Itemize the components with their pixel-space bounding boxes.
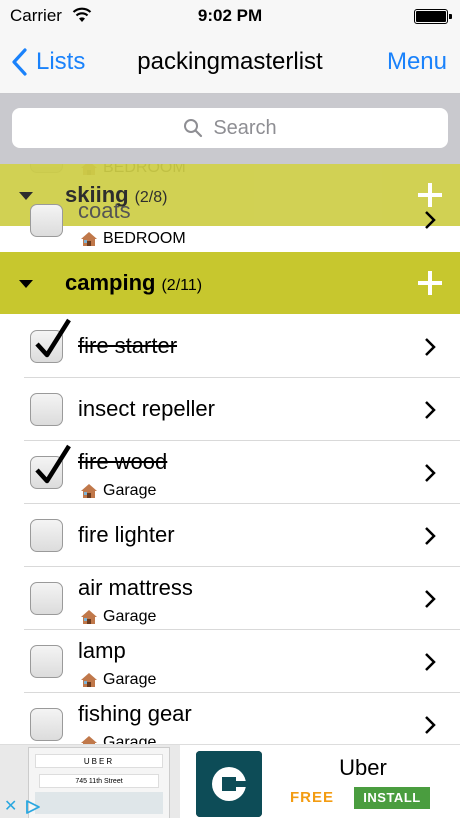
chevron-right-icon	[425, 590, 436, 608]
list-item[interactable]: fishing gear Garage	[0, 693, 460, 744]
checkbox[interactable]	[30, 645, 63, 678]
menu-button[interactable]: Menu	[387, 48, 447, 76]
packing-list[interactable]: BEDROOM skiing(2/8) coats BEDROOM campin…	[0, 164, 460, 744]
checkmark-icon	[35, 444, 71, 484]
install-button[interactable]: INSTALL	[354, 787, 430, 809]
checkbox[interactable]	[30, 393, 63, 426]
search-input[interactable]: Search	[12, 108, 448, 148]
location-tag: BEDROOM	[80, 230, 186, 248]
section-title: camping (2/11)	[65, 270, 203, 295]
list-item[interactable]: fire lighter	[0, 504, 460, 567]
item-name: fire starter	[78, 333, 178, 358]
checkbox-checked[interactable]	[30, 318, 71, 363]
ad-phone-screenshot: UBER 745 11th Street	[28, 747, 170, 818]
item-name: fire wood	[78, 449, 168, 474]
ad-app-name: Uber	[339, 755, 387, 780]
item-name: lamp	[78, 638, 126, 663]
chevron-right-icon	[425, 401, 436, 419]
search-bar: Search	[0, 94, 460, 164]
list-item[interactable]: lamp Garage	[0, 630, 460, 693]
chevron-left-icon	[12, 48, 27, 76]
item-name: fishing gear	[78, 701, 192, 726]
checkbox[interactable]	[30, 519, 63, 552]
ad-preview-map	[35, 792, 163, 814]
list-item[interactable]: fire wood Garage	[0, 441, 460, 504]
chevron-right-icon	[425, 338, 436, 356]
house-icon	[81, 610, 97, 624]
back-button-label: Lists	[36, 48, 86, 75]
list-item[interactable]: air mattress Garage	[0, 567, 460, 630]
search-placeholder: Search	[213, 116, 277, 139]
checkbox-checked[interactable]	[30, 444, 71, 489]
chevron-right-icon	[425, 211, 436, 229]
chevron-right-icon	[425, 716, 436, 734]
item-name: air mattress	[78, 575, 193, 600]
house-icon	[81, 673, 97, 687]
list-item[interactable]: fire starter	[0, 315, 460, 378]
ad-banner[interactable]: UBER 745 11th Street ✕ Uber FREE INSTALL	[0, 744, 460, 818]
chevron-right-icon	[425, 527, 436, 545]
ad-close-icon[interactable]: ✕	[4, 799, 20, 815]
ad-price: FREE	[290, 789, 335, 806]
house-icon	[81, 232, 97, 246]
section-header-camping[interactable]: camping (2/11)	[0, 252, 460, 314]
checkbox[interactable]	[30, 582, 63, 615]
ad-preview-brand: UBER	[35, 754, 163, 768]
house-icon	[81, 736, 97, 744]
chevron-right-icon	[425, 464, 436, 482]
location-tag: Garage	[80, 671, 156, 689]
item-name: insect repeller	[78, 396, 215, 421]
checkbox[interactable]	[30, 708, 63, 741]
adchoices-icon[interactable]	[24, 799, 42, 815]
add-item-icon[interactable]	[418, 271, 442, 295]
house-icon	[81, 484, 97, 498]
collapse-triangle-icon[interactable]	[19, 280, 33, 288]
item-name: coats	[78, 198, 131, 223]
item-name: fire lighter	[78, 522, 175, 547]
uber-logo-icon[interactable]	[196, 751, 262, 817]
navigation-bar: Lists packingmasterlist Menu	[0, 34, 460, 94]
battery-icon	[414, 9, 452, 24]
clock: 9:02 PM	[197, 6, 263, 25]
status-bar: Carrier 9:02 PM	[0, 0, 460, 34]
search-icon	[184, 119, 203, 138]
checkmark-icon	[35, 318, 71, 358]
list-item[interactable]: coats BEDROOM	[0, 188, 460, 250]
checkbox[interactable]	[30, 204, 63, 237]
back-button[interactable]: Lists	[10, 46, 85, 78]
location-tag: Garage	[80, 734, 156, 744]
list-item[interactable]: insect repeller	[0, 378, 460, 441]
location-tag: Garage	[80, 608, 156, 626]
chevron-right-icon	[425, 653, 436, 671]
location-tag: Garage	[80, 482, 156, 500]
section-count: (2/11)	[161, 277, 203, 294]
ad-preview-address: 745 11th Street	[39, 774, 159, 788]
